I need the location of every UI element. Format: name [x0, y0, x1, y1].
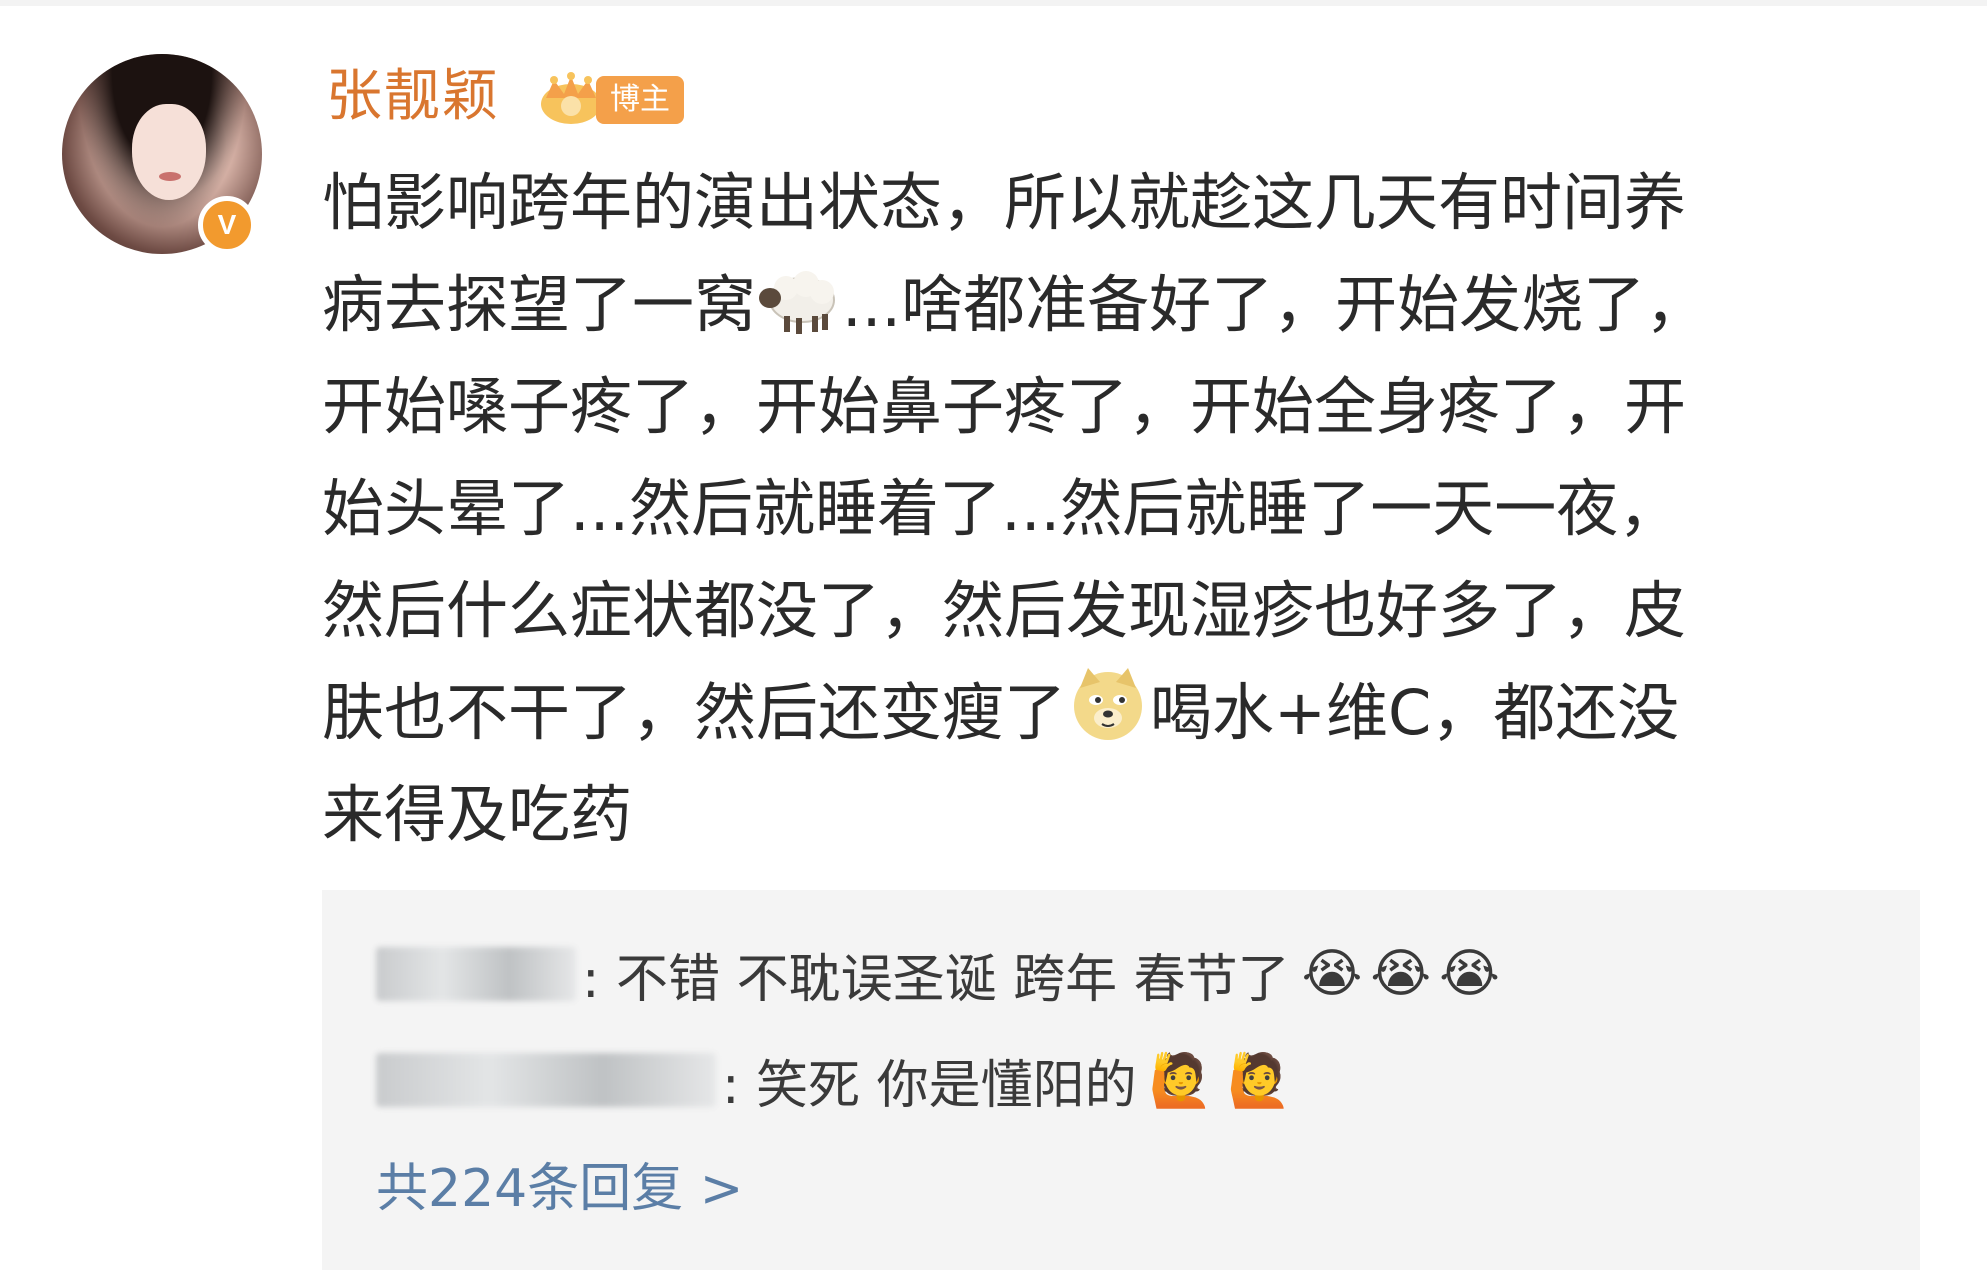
post-line-6: 肤也不干了，然后还变瘦了 喝水+维C，都还没 — [322, 662, 1962, 764]
post-line-5: 然后什么症状都没了，然后发现湿疹也好多了，皮 — [322, 574, 1687, 647]
post-line-2b: ...啥都准备好了，开始发烧了， — [842, 268, 1708, 341]
crying-emoji-icon: 😭 — [1301, 944, 1363, 1004]
crying-emoji-icon: 😭 — [1370, 944, 1432, 1004]
doge-emoji-icon — [1074, 668, 1143, 740]
post-text: 怕影响跨年的演出状态，所以就趁这几天有时间养 病去探望了一窝 ...啥都准备好了… — [322, 152, 1962, 866]
reply-text: : 笑死 你是懂阳的 — [722, 1055, 1137, 1116]
waving-emoji-icon: 🙋 — [1227, 1050, 1293, 1111]
blurred-reply-username — [376, 1053, 716, 1107]
reply-item[interactable]: : 不错 不耽误圣诞 跨年 春节了 😭 😭 😭 — [376, 934, 1500, 1014]
weibo-post: V 张靓颖 博主 怕影响跨年的演出状态，所以就趁这几天有时间养 病去探望了一窝 … — [0, 0, 1987, 1280]
waving-emoji-icon: 🙋 — [1148, 1050, 1214, 1111]
username[interactable]: 张靓颖 — [326, 62, 500, 132]
replies-panel: : 不错 不耽误圣诞 跨年 春节了 😭 😭 😭 : 笑死 你是懂阳的 🙋 🙋 共… — [322, 890, 1920, 1270]
reply-item[interactable]: : 笑死 你是懂阳的 🙋 🙋 — [376, 1040, 1292, 1120]
avatar-face — [132, 104, 206, 200]
post-line-2: 病去探望了一窝 ...啥都准备好了，开始发烧了， — [322, 254, 1962, 356]
post-line-1: 怕影响跨年的演出状态，所以就趁这几天有时间养 — [322, 166, 1687, 239]
reply-text: : 不错 不耽误圣诞 跨年 春节了 — [582, 949, 1290, 1010]
post-line-4: 始头晕了...然后就睡着了...然后就睡了一天一夜， — [322, 472, 1681, 545]
post-line-6b: 喝水+维C，都还没 — [1150, 676, 1680, 749]
post-line-3: 开始嗓子疼了，开始鼻子疼了，开始全身疼了，开 — [322, 370, 1687, 443]
blurred-reply-username — [376, 947, 576, 1001]
avatar-lips — [159, 172, 181, 181]
post-line-7: 来得及吃药 — [322, 778, 633, 851]
post-line-6a: 肤也不干了，然后还变瘦了 — [322, 676, 1067, 749]
sheep-emoji-icon — [759, 271, 836, 334]
verified-badge-icon: V — [198, 196, 256, 254]
post-line-2a: 病去探望了一窝 — [322, 268, 757, 341]
blogger-badge: 博主 — [596, 76, 684, 124]
more-replies-link[interactable]: 共224条回复 > — [376, 1146, 743, 1221]
crying-emoji-icon: 😭 — [1439, 944, 1500, 1004]
